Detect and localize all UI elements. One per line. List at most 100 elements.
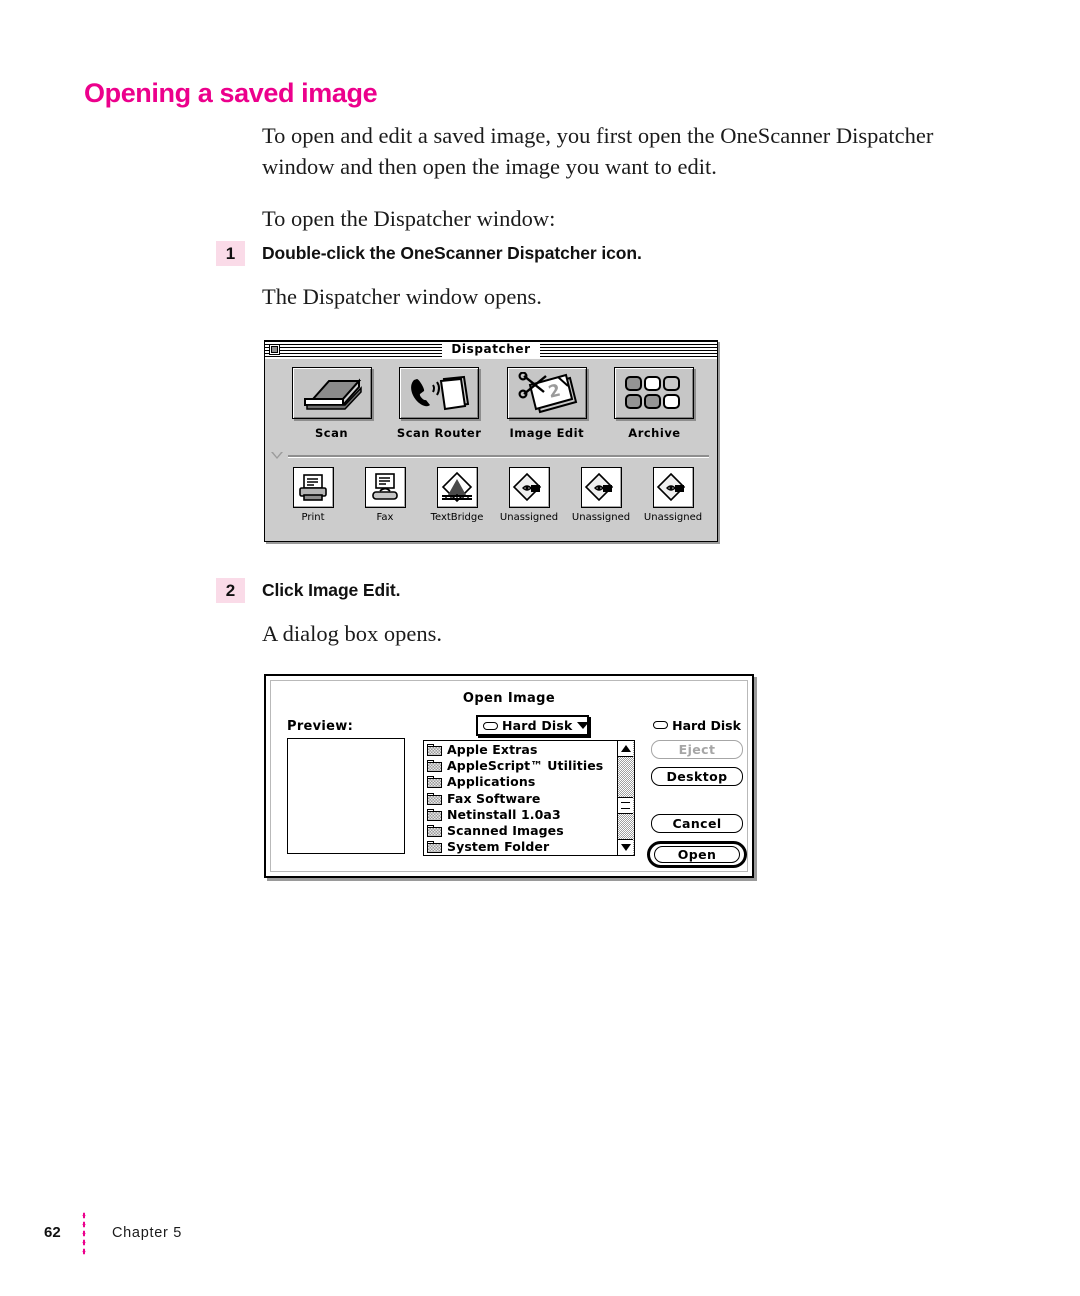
list-item[interactable]: AppleScript™ Utilities (427, 758, 617, 774)
intro-paragraph: To open and edit a saved image, you firs… (262, 123, 934, 179)
folder-icon (427, 760, 442, 773)
step-1-result: The Dispatcher window opens. (262, 284, 542, 309)
phone-pages-icon-glyph (411, 375, 470, 411)
folder-icon (427, 792, 442, 805)
eject-button[interactable]: Eject (651, 740, 743, 759)
dispatcher-item-image-edit-label: Image Edit (509, 426, 585, 440)
current-disk: Hard Disk (651, 717, 743, 733)
fax-icon-glyph (372, 472, 398, 500)
scissors-photo-icon[interactable]: 2 (506, 367, 587, 419)
scissors-photo-icon-glyph: 2 (518, 372, 578, 414)
folder-icon (427, 776, 442, 789)
list-item[interactable]: Scanned Images (427, 823, 617, 839)
dispatcher-item-textbridge[interactable]: TextBridge (423, 467, 491, 523)
folder-icon (427, 808, 442, 821)
dispatcher-item-unassigned-1[interactable]: Unassigned (495, 467, 563, 523)
cancel-button[interactable]: Cancel (651, 814, 743, 833)
dispatcher-item-textbridge-label: TextBridge (430, 512, 484, 523)
dispatcher-window[interactable]: Dispatcher Scan Scan Router 2 Image Edit… (264, 340, 718, 542)
dispatcher-item-image-edit[interactable]: 2 Image Edit (498, 367, 595, 440)
scroll-up-arrow-icon[interactable] (618, 741, 633, 757)
file-name: Fax Software (447, 790, 541, 806)
dispatcher-item-unassigned-2[interactable]: Unassigned (567, 467, 635, 523)
grid-tiles-icon-glyph (625, 376, 681, 409)
step-1: 1 Double-click the OneScanner Dispatcher… (216, 241, 642, 266)
list-item[interactable]: Applications (427, 774, 617, 790)
unassigned-diamond-icon-glyph (512, 472, 542, 501)
step-2-number: 2 (216, 578, 245, 603)
dispatcher-item-scan-router[interactable]: Scan Router (391, 367, 488, 440)
file-name: Netinstall 1.0a3 (447, 806, 561, 822)
hard-disk-icon (653, 721, 669, 729)
dispatcher-window-body: Scan Scan Router 2 Image Edit Archive Pr… (265, 358, 717, 541)
file-name: Apple Extras (447, 742, 538, 758)
dispatcher-separator (271, 450, 709, 462)
file-name: Applications (447, 774, 536, 790)
preview-box (287, 738, 405, 854)
dispatcher-item-scan-label: Scan (314, 426, 349, 440)
dispatcher-item-unassigned-1-label: Unassigned (499, 512, 559, 523)
scanner-icon[interactable] (291, 367, 372, 419)
desktop-button[interactable]: Desktop (651, 767, 743, 786)
folder-icon (427, 825, 442, 838)
open-image-dialog-title: Open Image (462, 691, 556, 706)
dispatcher-item-print-label: Print (301, 512, 325, 523)
file-list-scrollbar[interactable] (617, 741, 634, 855)
dispatcher-item-scan[interactable]: Scan (283, 367, 380, 440)
open-image-dialog[interactable]: Open Image Preview: Hard Disk Apple Extr… (264, 674, 754, 878)
unassigned-diamond-icon[interactable] (652, 467, 694, 508)
disclosure-triangle-icon[interactable] (271, 452, 283, 459)
list-item[interactable]: Netinstall 1.0a3 (427, 807, 617, 823)
volume-popup-value: Hard Disk (502, 718, 573, 733)
scroll-thumb[interactable] (618, 797, 633, 814)
list-item[interactable]: Apple Extras (427, 742, 617, 758)
lead-in-paragraph: To open the Dispatcher window: (262, 206, 556, 231)
printer-icon[interactable] (292, 467, 334, 508)
dispatcher-item-unassigned-3-label: Unassigned (643, 512, 703, 523)
preview-label: Preview: (287, 719, 354, 734)
folder-icon (427, 841, 442, 854)
dispatcher-item-fax[interactable]: Fax (351, 467, 419, 523)
scanner-icon-glyph (303, 378, 362, 410)
hard-disk-icon (483, 721, 498, 730)
dispatcher-item-print[interactable]: Print (279, 467, 347, 523)
dispatcher-secondary-row: Print Fax TextBridge Unassigned Unassign… (279, 467, 707, 523)
scroll-down-arrow-icon[interactable] (618, 839, 633, 855)
step-1-instruction: Double-click the OneScanner Dispatcher i… (262, 243, 642, 263)
close-box-icon[interactable] (269, 344, 280, 355)
fax-icon[interactable] (364, 467, 406, 508)
dispatcher-item-archive-label: Archive (628, 426, 681, 440)
divider (288, 455, 709, 458)
folder-icon (427, 744, 442, 757)
grid-tiles-icon[interactable] (614, 367, 695, 419)
unassigned-diamond-icon-glyph (584, 472, 614, 501)
dispatcher-item-unassigned-3[interactable]: Unassigned (639, 467, 707, 523)
dispatcher-item-scan-router-label: Scan Router (396, 426, 482, 440)
phone-pages-icon[interactable] (399, 367, 480, 419)
volume-popup-menu[interactable]: Hard Disk (476, 715, 589, 736)
current-disk-name: Hard Disk (672, 717, 741, 733)
file-name: AppleScript™ Utilities (447, 758, 604, 774)
dispatcher-titlebar[interactable]: Dispatcher (265, 341, 717, 359)
unassigned-diamond-icon[interactable] (580, 467, 622, 508)
page-number: 62 (44, 1224, 61, 1241)
step-2-result: A dialog box opens. (262, 621, 442, 646)
file-list[interactable]: Apple Extras AppleScript™ Utilities Appl… (423, 740, 635, 856)
unassigned-diamond-icon-glyph (656, 472, 686, 501)
dispatcher-item-archive[interactable]: Archive (606, 367, 703, 440)
step-1-number: 1 (216, 241, 245, 266)
file-name: Scanned Images (447, 823, 564, 839)
list-item[interactable]: Fax Software (427, 791, 617, 807)
file-name: System Folder (447, 839, 550, 855)
dialog-actions: Hard Disk Eject Desktop Cancel Open (647, 717, 747, 868)
textbridge-icon-glyph (441, 471, 473, 502)
textbridge-icon[interactable] (436, 467, 478, 508)
step-2-instruction: Click Image Edit. (262, 580, 401, 600)
printer-icon-glyph (299, 473, 327, 501)
list-item[interactable]: System Folder (427, 839, 617, 855)
open-image-dialog-body: Open Image Preview: Hard Disk Apple Extr… (268, 678, 750, 874)
dispatcher-primary-row: Scan Scan Router 2 Image Edit Archive (283, 367, 703, 440)
unassigned-diamond-icon[interactable] (508, 467, 550, 508)
open-button-default-ring: Open (647, 841, 747, 868)
open-button[interactable]: Open (654, 846, 740, 863)
